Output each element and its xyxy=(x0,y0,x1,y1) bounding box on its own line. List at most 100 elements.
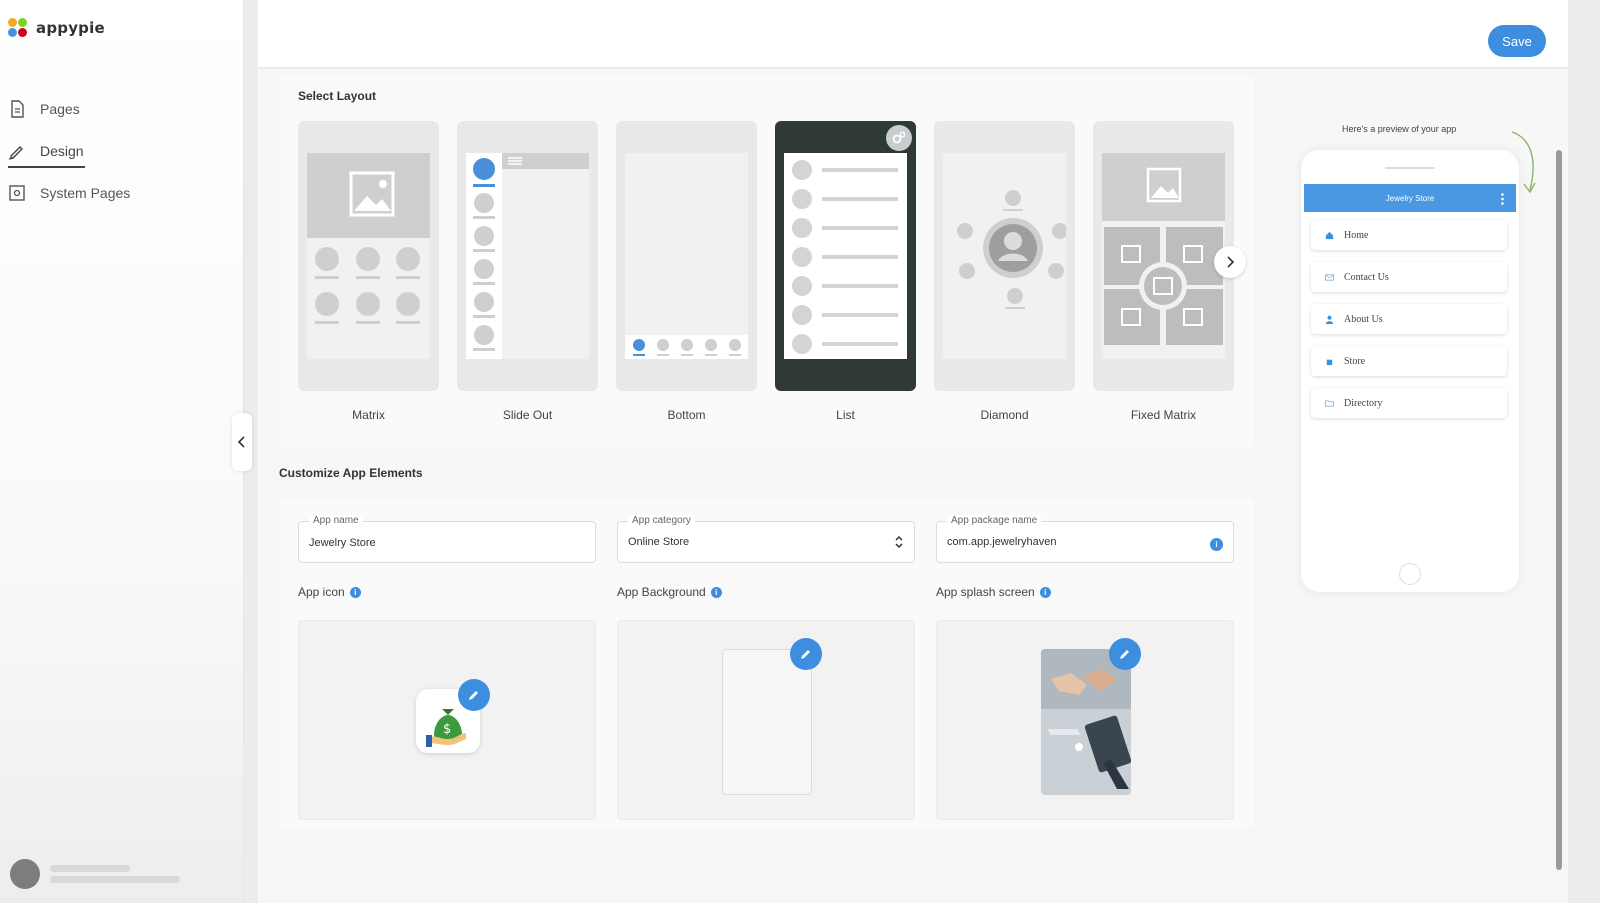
app-name-field[interactable]: App name Jewelry Store xyxy=(298,515,596,563)
next-layouts-button[interactable] xyxy=(1214,246,1246,278)
app-package-label: App package name xyxy=(947,515,1042,526)
layout-option-diamond[interactable] xyxy=(934,121,1075,391)
splash-screen-preview xyxy=(1041,649,1131,795)
sidebar-item-label: Design xyxy=(40,143,84,159)
app-splash-upload[interactable] xyxy=(936,620,1234,820)
layout-label-list: List xyxy=(836,408,855,422)
app-background-label: App Background xyxy=(617,585,706,599)
layout-option-slide-out[interactable] xyxy=(457,121,598,391)
layout-label-bottom: Bottom xyxy=(667,408,706,422)
slide-out-layout-thumbnail xyxy=(466,153,589,359)
phone-home-button xyxy=(1399,563,1421,585)
avatar xyxy=(10,859,40,889)
preview-app-title: Jewelry Store xyxy=(1385,193,1435,203)
preview-menu-item-about-us: About Us xyxy=(1311,304,1507,334)
info-icon[interactable]: i xyxy=(1210,538,1223,551)
preview-menu-item-home: Home xyxy=(1311,220,1507,250)
pencil-icon xyxy=(1120,650,1129,659)
folder-icon xyxy=(1325,399,1334,407)
app-background-heading: App Background i xyxy=(617,585,722,599)
app-splash-heading: App splash screen i xyxy=(936,585,1051,599)
scrollbar[interactable] xyxy=(1556,150,1562,870)
layout-label-fixed-matrix: Fixed Matrix xyxy=(1130,408,1197,422)
preview-menu-item-store: Store xyxy=(1311,346,1507,376)
preview-menu-label: Directory xyxy=(1344,397,1383,409)
info-icon[interactable]: i xyxy=(349,586,361,598)
layout-option-list[interactable] xyxy=(775,121,916,391)
collapse-sidebar-button[interactable] xyxy=(232,413,252,471)
app-icon-label: App icon xyxy=(298,585,345,599)
layout-label-slide-out: Slide Out xyxy=(502,408,553,422)
system-pages-icon xyxy=(9,185,25,201)
sidebar: appypie Pages Design System Pages xyxy=(0,0,244,903)
select-layout-title: Select Layout xyxy=(298,89,377,103)
layout-option-matrix[interactable] xyxy=(298,121,439,391)
kebab-menu-icon xyxy=(1501,193,1504,205)
active-nav-indicator xyxy=(8,166,85,168)
matrix-layout-thumbnail xyxy=(307,153,430,359)
logo[interactable]: appypie xyxy=(8,18,105,38)
app-name-label: App name xyxy=(309,515,363,526)
app-category-select[interactable]: App category Online Store xyxy=(617,515,915,563)
gear-icon xyxy=(892,131,906,144)
app-icon-heading: App icon i xyxy=(298,585,361,599)
app-background-preview xyxy=(722,649,812,795)
customize-title: Customize App Elements xyxy=(279,466,423,480)
layout-label-matrix: Matrix xyxy=(352,408,385,422)
list-layout-thumbnail xyxy=(784,153,907,359)
preview-caption: Here's a preview of your app xyxy=(1342,124,1457,134)
appypie-logo-icon xyxy=(8,18,28,38)
layout-settings-button[interactable] xyxy=(886,125,912,151)
person-icon xyxy=(1325,315,1334,324)
layout-option-bottom[interactable] xyxy=(616,121,757,391)
layout-label-diamond: Diamond xyxy=(980,408,1029,422)
sidebar-item-pages[interactable]: Pages xyxy=(8,88,130,130)
info-icon[interactable]: i xyxy=(710,586,722,598)
phone-speaker xyxy=(1385,167,1435,169)
preview-menu-item-directory: Directory xyxy=(1311,388,1507,418)
pencil-icon xyxy=(469,691,478,700)
page-icon xyxy=(11,100,24,118)
logo-text: appypie xyxy=(36,19,105,37)
preview-menu-label: Home xyxy=(1344,229,1369,241)
app-category-label: App category xyxy=(628,515,695,526)
app-splash-label: App splash screen xyxy=(936,585,1035,599)
preview-menu-label: Contact Us xyxy=(1344,271,1389,283)
header: Save xyxy=(258,0,1568,68)
chevron-left-icon xyxy=(237,436,245,448)
edit-app-splash-button[interactable] xyxy=(1109,638,1141,670)
app-package-field[interactable]: App package name com.app.jewelryhaven i xyxy=(936,515,1234,563)
edit-app-background-button[interactable] xyxy=(790,638,822,670)
preview-menu-item-contact-us: Contact Us xyxy=(1311,262,1507,292)
sidebar-item-label: System Pages xyxy=(40,185,131,201)
layout-option-fixed-matrix[interactable] xyxy=(1093,121,1234,391)
edit-app-icon-button[interactable] xyxy=(458,679,490,711)
home-icon xyxy=(1325,231,1334,239)
sidebar-item-system-pages[interactable]: System Pages xyxy=(8,172,130,214)
diamond-layout-thumbnail xyxy=(943,153,1066,359)
select-arrows-icon xyxy=(895,535,903,549)
app-background-upload[interactable] xyxy=(617,620,915,820)
preview-menu-label: About Us xyxy=(1344,313,1383,325)
pencil-icon xyxy=(8,146,23,160)
user-info xyxy=(50,861,180,887)
app-category-value: Online Store xyxy=(628,536,690,548)
phone-preview: Jewelry Store Home Contact Us About Us S… xyxy=(1301,150,1519,592)
preview-menu-label: Store xyxy=(1344,355,1366,367)
sidebar-nav: Pages Design System Pages xyxy=(8,88,130,214)
save-button[interactable]: Save xyxy=(1488,25,1546,57)
pencil-icon xyxy=(801,650,810,659)
sidebar-item-label: Pages xyxy=(40,101,80,117)
svg-text:$: $ xyxy=(443,722,451,737)
fixed-matrix-layout-thumbnail xyxy=(1102,153,1225,359)
user-account[interactable] xyxy=(10,859,180,889)
preview-app-bar: Jewelry Store xyxy=(1304,184,1516,212)
store-icon xyxy=(1326,359,1333,365)
chevron-right-icon xyxy=(1227,256,1235,268)
app-package-value: com.app.jewelryhaven xyxy=(947,536,1057,548)
info-icon[interactable]: i xyxy=(1039,586,1051,598)
bottom-layout-thumbnail xyxy=(625,153,748,359)
app-name-value: Jewelry Store xyxy=(309,537,376,549)
app-icon-upload[interactable]: $ xyxy=(298,620,596,820)
mail-icon xyxy=(1325,273,1334,281)
